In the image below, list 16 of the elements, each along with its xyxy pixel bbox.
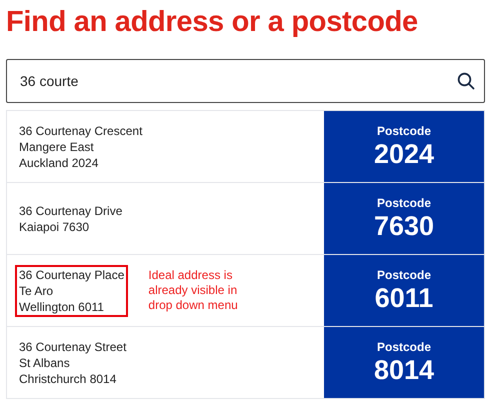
address-text: 36 Courtenay Street St Albans Christchurch 8014 bbox=[18, 338, 128, 388]
postcode-label: Postcode bbox=[376, 196, 431, 210]
address-text: 36 Courtenay Crescent Mangere East Auckland 2024 bbox=[18, 122, 144, 172]
postcode-number: 7630 bbox=[374, 210, 434, 242]
search-icon[interactable] bbox=[457, 72, 475, 90]
search-field[interactable]: 36 courte bbox=[6, 59, 485, 103]
postcode-number: 2024 bbox=[374, 138, 434, 170]
postcode-number: 8014 bbox=[374, 354, 434, 386]
address-text: 36 Courtenay Drive Kaiapoi 7630 bbox=[18, 202, 124, 236]
postcode-number: 6011 bbox=[374, 282, 434, 314]
postcode-label: Postcode bbox=[376, 124, 431, 138]
annotation-text: Ideal address is already visible in drop down menu bbox=[148, 268, 239, 313]
postcode-label: Postcode bbox=[376, 268, 431, 282]
address-text: 36 Courtenay Place Te Aro Wellington 6011 bbox=[15, 264, 128, 316]
page-heading: Find an address or a postcode bbox=[6, 5, 419, 40]
postcode-label: Postcode bbox=[376, 340, 431, 354]
